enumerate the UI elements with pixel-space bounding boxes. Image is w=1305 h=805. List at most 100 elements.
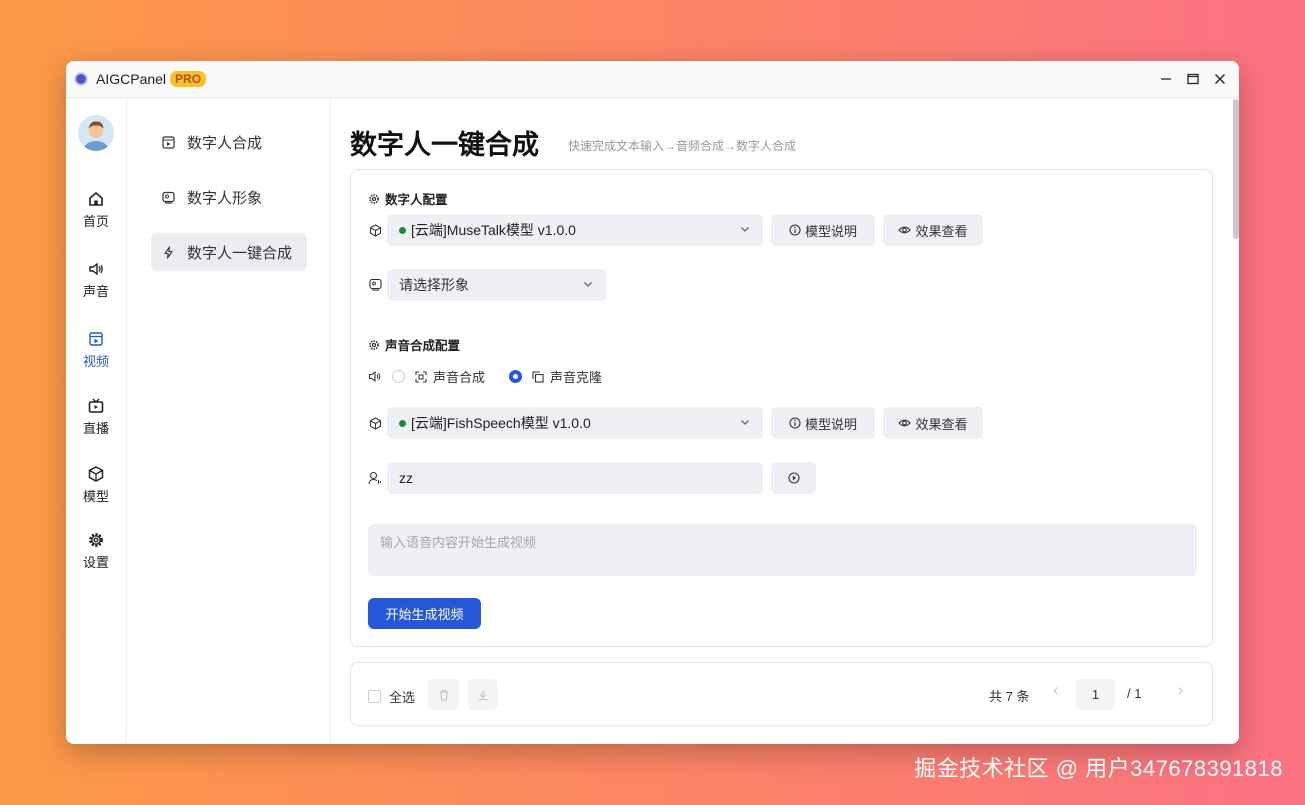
portrait-icon bbox=[161, 190, 175, 204]
subnav-item-synthesis[interactable]: 数字人合成 bbox=[151, 123, 307, 161]
select-all-label: 全选 bbox=[389, 690, 416, 705]
close-button[interactable] bbox=[1206, 61, 1233, 97]
portrait-icon bbox=[368, 277, 382, 291]
scan-icon bbox=[415, 370, 427, 383]
subnav-item-label: 数字人一键合成 bbox=[187, 244, 293, 262]
status-dot bbox=[399, 226, 406, 234]
play-icon bbox=[787, 472, 800, 484]
cube-icon bbox=[88, 466, 104, 482]
title-bar: AIGCPanel PRO bbox=[66, 61, 1239, 98]
rail-item-label: 设置 bbox=[82, 555, 109, 570]
maximize-button[interactable] bbox=[1179, 61, 1206, 97]
avatar-select[interactable]: 请选择形象 bbox=[387, 269, 606, 301]
select-value: zz bbox=[399, 470, 413, 486]
voice-model-select[interactable]: [云端]FishSpeech模型 v1.0.0 bbox=[387, 407, 763, 439]
digital-human-model-select[interactable]: [云端]MuseTalk模型 v1.0.0 bbox=[387, 214, 763, 246]
page-title: 数字人一键合成 bbox=[350, 130, 539, 160]
minimize-icon bbox=[1160, 78, 1171, 80]
scrollbar[interactable] bbox=[1233, 99, 1239, 239]
rail-item-video[interactable]: 视频 bbox=[66, 330, 126, 370]
radio-voice-clone[interactable] bbox=[509, 370, 523, 383]
minimize-button[interactable] bbox=[1152, 61, 1179, 97]
user-voice-icon bbox=[368, 471, 382, 485]
copy-icon bbox=[532, 370, 544, 383]
rail-item-label: 直播 bbox=[82, 421, 109, 436]
trash-icon bbox=[439, 689, 448, 701]
delete-button[interactable] bbox=[428, 679, 459, 710]
page-number-input[interactable]: 1 bbox=[1076, 679, 1115, 710]
page-subtitle: 快速完成文本输入→音频合成→数字人合成 bbox=[568, 139, 797, 153]
eye-icon bbox=[898, 226, 912, 234]
config-card: 数字人配置 [云端]MuseTalk模型 v1.0.0 模型说明 效果查看 请选… bbox=[350, 169, 1213, 647]
chevron-right-icon bbox=[1178, 687, 1183, 695]
radio-voice-synthesis[interactable] bbox=[392, 370, 405, 383]
app-window: AIGCPanel PRO 首页 声音 视频 直播 模型 设置 数字人合成 数字… bbox=[66, 61, 1239, 744]
gear-icon bbox=[369, 339, 379, 350]
avatar-icon bbox=[78, 115, 114, 151]
tv-icon bbox=[88, 398, 104, 413]
app-logo-icon bbox=[74, 72, 88, 86]
rail-item-live[interactable]: 直播 bbox=[66, 397, 126, 437]
subnav-item-avatar[interactable]: 数字人形象 bbox=[151, 178, 307, 216]
digital-human-section-title: 数字人配置 bbox=[368, 189, 448, 208]
prev-page-button[interactable] bbox=[1051, 684, 1061, 700]
speaker-select[interactable]: zz bbox=[387, 462, 763, 494]
close-icon bbox=[1214, 74, 1225, 84]
subnav-item-label: 数字人形象 bbox=[187, 189, 263, 207]
sub-nav: 数字人合成 数字人形象 数字人一键合成 bbox=[127, 99, 331, 744]
chevron-down-icon bbox=[741, 420, 749, 425]
gear-icon bbox=[369, 193, 379, 204]
window-controls bbox=[1152, 61, 1239, 97]
download-button[interactable] bbox=[467, 679, 498, 710]
radio-label-synthesis: 声音合成 bbox=[433, 370, 486, 385]
speech-content-textarea[interactable] bbox=[368, 524, 1197, 576]
left-rail: 首页 声音 视频 直播 模型 设置 bbox=[66, 99, 127, 744]
voice-mode-radio-group: 声音合成 声音克隆 bbox=[368, 367, 602, 386]
voice-effect-view-button[interactable]: 效果查看 bbox=[883, 407, 983, 439]
subnav-item-oneclick[interactable]: 数字人一键合成 bbox=[151, 233, 307, 271]
play-sample-button[interactable] bbox=[771, 462, 816, 494]
gear-icon bbox=[89, 533, 103, 547]
rail-item-voice[interactable]: 声音 bbox=[66, 260, 126, 300]
voice-model-info-button[interactable]: 模型说明 bbox=[771, 407, 875, 439]
select-value: [云端]FishSpeech模型 v1.0.0 bbox=[411, 415, 591, 431]
rail-item-label: 模型 bbox=[82, 489, 109, 504]
dh-effect-view-button[interactable]: 效果查看 bbox=[883, 214, 983, 246]
speaker-icon bbox=[368, 370, 381, 383]
cube-icon bbox=[368, 223, 382, 237]
select-all-group: 全选 bbox=[368, 687, 415, 706]
subnav-item-label: 数字人合成 bbox=[187, 134, 263, 152]
video-icon bbox=[89, 332, 103, 346]
app-title: AIGCPanel bbox=[96, 71, 167, 87]
rail-item-label: 首页 bbox=[82, 214, 109, 229]
next-page-button[interactable] bbox=[1175, 684, 1185, 702]
speaker-icon bbox=[89, 262, 103, 276]
eye-icon bbox=[898, 419, 912, 427]
main-content: 数字人一键合成 快速完成文本输入→音频合成→数字人合成 数字人配置 [云端]Mu… bbox=[332, 99, 1239, 744]
maximize-icon bbox=[1186, 73, 1199, 85]
select-all-checkbox[interactable] bbox=[368, 690, 381, 703]
chevron-down-icon bbox=[584, 282, 592, 287]
select-value: [云端]MuseTalk模型 v1.0.0 bbox=[411, 222, 576, 238]
video-frame-icon bbox=[161, 135, 175, 149]
chevron-down-icon bbox=[741, 227, 749, 232]
home-icon bbox=[89, 191, 103, 206]
lightning-icon bbox=[161, 245, 175, 259]
status-dot bbox=[399, 419, 406, 427]
total-count: 共 7 条 bbox=[989, 689, 1030, 704]
info-icon bbox=[789, 224, 801, 236]
chevron-left-icon bbox=[1053, 687, 1058, 695]
radio-label-clone: 声音克隆 bbox=[550, 370, 603, 385]
voice-section-title: 声音合成配置 bbox=[368, 335, 460, 354]
select-placeholder: 请选择形象 bbox=[399, 277, 469, 293]
user-avatar[interactable] bbox=[78, 115, 114, 151]
rail-item-label: 视频 bbox=[82, 354, 109, 369]
page-total: / 1 bbox=[1127, 686, 1142, 701]
rail-item-settings[interactable]: 设置 bbox=[66, 531, 126, 571]
dh-model-info-button[interactable]: 模型说明 bbox=[771, 214, 875, 246]
rail-item-home[interactable]: 首页 bbox=[66, 190, 126, 230]
cube-icon bbox=[368, 416, 382, 430]
generate-video-button[interactable]: 开始生成视频 bbox=[368, 598, 481, 629]
watermark-text: 掘金技术社区 @ 用户347678391818 bbox=[914, 756, 1283, 781]
rail-item-model[interactable]: 模型 bbox=[66, 465, 126, 505]
